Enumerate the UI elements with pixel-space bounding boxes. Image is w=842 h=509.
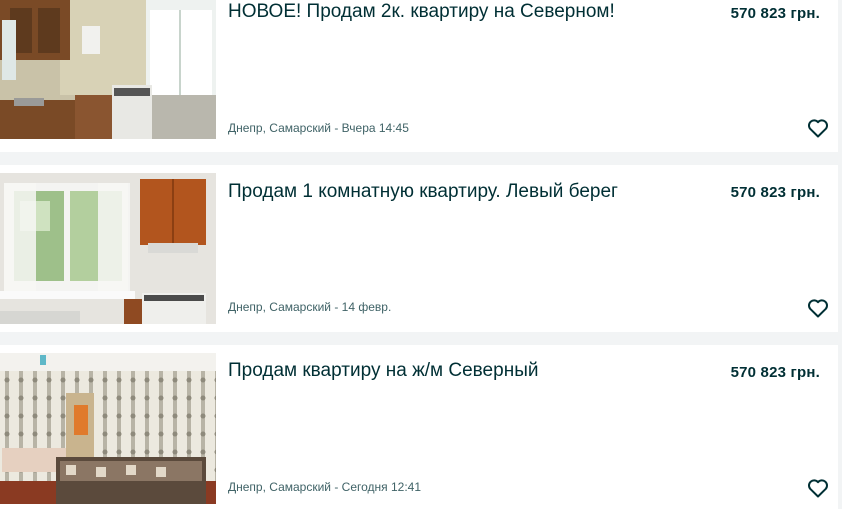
listing-photo-kitchen[interactable] (0, 173, 216, 324)
listing-price: 570 823 грн. (730, 184, 820, 201)
listing-price: 570 823 грн. (730, 364, 820, 381)
listing-title[interactable]: Продам 1 комнатную квартиру. Левый берег (228, 180, 648, 203)
listing-card[interactable]: Продам квартиру на ж/м Северный 570 823 … (0, 345, 838, 509)
listing-photo-room[interactable] (0, 353, 216, 504)
heart-outline-icon[interactable] (806, 476, 830, 500)
listing-photo-kitchen[interactable] (0, 0, 216, 139)
listing-card[interactable]: Продам 1 комнатную квартиру. Левый берег… (0, 165, 838, 332)
heart-outline-icon[interactable] (806, 296, 830, 320)
listing-location-date: Днепр, Самарский - Сегодня 12:41 (228, 480, 422, 494)
listing-price: 570 823 грн. (730, 5, 820, 22)
listing-title[interactable]: НОВОЕ! Продам 2к. квартиру на Северном! (228, 0, 648, 23)
listing-location-date: Днепр, Самарский - Вчера 14:45 (228, 121, 409, 135)
listing-location-date: Днепр, Самарский - 14 февр. (228, 300, 392, 314)
heart-outline-icon[interactable] (806, 116, 830, 140)
listing-card[interactable]: НОВОЕ! Продам 2к. квартиру на Северном! … (0, 0, 838, 152)
listing-title[interactable]: Продам квартиру на ж/м Северный (228, 359, 648, 382)
